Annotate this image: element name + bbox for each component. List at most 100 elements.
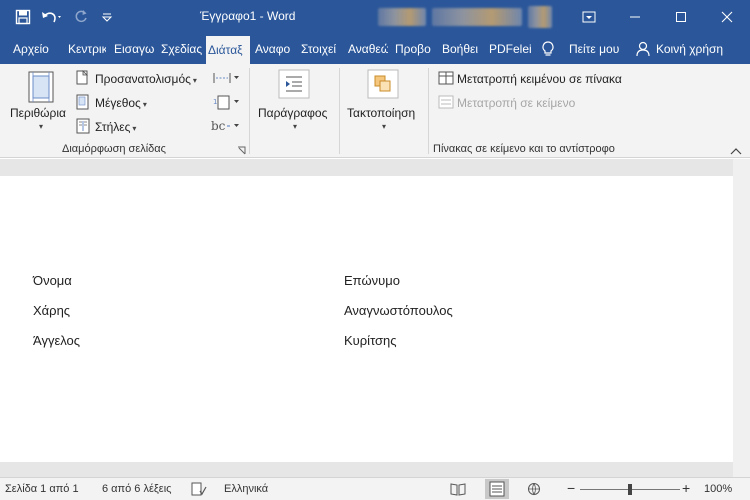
lightbulb-icon <box>542 41 554 56</box>
zoom-out-button[interactable]: − <box>567 480 575 496</box>
orientation-label: Προσανατολισμός <box>95 72 191 86</box>
breaks-icon <box>213 73 239 83</box>
page-count[interactable]: Σελίδα 1 από 1 <box>5 483 79 495</box>
proofing-icon[interactable] <box>191 482 207 499</box>
maximize-icon <box>676 12 686 22</box>
tell-me-label: Πείτε μου <box>569 42 620 56</box>
orientation-button[interactable]: Προσανατολισμός ▾ <box>95 72 197 86</box>
cell-first-header[interactable]: Όνομα <box>33 273 72 288</box>
account-email-blurred <box>432 8 522 26</box>
arrange-button[interactable] <box>367 69 399 102</box>
ribbon-separator <box>249 68 250 154</box>
arrange-icon <box>367 69 399 99</box>
line-numbers-icon: 1 <box>213 95 239 110</box>
avatar[interactable] <box>528 6 552 28</box>
tab-pdfelement[interactable]: PDFelei <box>489 34 531 64</box>
share-label: Κοινή χρήση <box>656 42 724 56</box>
tab-help[interactable]: Βοήθει <box>442 34 482 64</box>
collapse-ribbon-icon[interactable] <box>730 144 742 158</box>
size-label: Μέγεθος <box>95 96 141 110</box>
paragraph-button[interactable] <box>278 69 310 102</box>
paragraph-label: Παράγραφος <box>258 106 328 120</box>
read-mode-icon[interactable] <box>450 482 466 499</box>
ribbon-display-options-icon <box>582 11 596 23</box>
tab-view[interactable]: Προβο <box>395 34 435 64</box>
print-layout-icon <box>489 481 505 497</box>
zoom-slider-thumb[interactable] <box>628 484 632 495</box>
close-icon <box>721 11 733 23</box>
svg-text:1: 1 <box>213 98 217 106</box>
cell-last-header[interactable]: Επώνυμο <box>344 273 400 288</box>
columns-label: Στήλες <box>95 120 131 134</box>
minimize-button[interactable] <box>612 0 658 34</box>
svg-text:bc: bc <box>211 119 226 133</box>
tell-me-box[interactable]: Πείτε μου <box>540 34 619 64</box>
word-count[interactable]: 6 από 6 λέξεις <box>102 483 171 495</box>
tab-design[interactable]: Σχεδίας <box>161 34 203 64</box>
cell-first-row1[interactable]: Χάρης <box>33 303 70 318</box>
undo-icon <box>42 12 61 23</box>
hyphenation-button[interactable]: bc <box>210 118 240 137</box>
language-indicator[interactable]: Ελληνικά <box>224 483 268 495</box>
tab-layout[interactable]: Διάταξ <box>206 36 250 64</box>
ribbon-layout: Περιθώρια ▾ Προσανατολισμός ▾ Μέγεθος ▾ Στ… <box>0 64 750 158</box>
maximize-button[interactable] <box>658 0 704 34</box>
arrange-dropdown-icon[interactable]: ▾ <box>382 122 386 131</box>
text-to-table-button[interactable]: Μετατροπή κειμένου σε πίνακα <box>457 72 622 86</box>
share-button[interactable]: Κοινή χρήση <box>636 34 723 64</box>
customize-qat-icon <box>101 13 113 22</box>
tab-references[interactable]: Αναφο <box>255 34 293 64</box>
zoom-slider-track[interactable] <box>580 484 680 495</box>
redo-icon <box>75 10 87 23</box>
print-layout-button[interactable] <box>485 479 509 499</box>
undo-button[interactable] <box>36 4 68 30</box>
paragraph-dropdown-icon[interactable]: ▾ <box>293 122 297 131</box>
vertical-scrollbar[interactable] <box>733 159 750 477</box>
columns-icon <box>76 118 90 137</box>
window-title: Έγγραφο1 - Word <box>200 9 296 23</box>
convert-group-label: Πίνακας σε κείμενο και το αντίστροφο <box>433 143 615 155</box>
cell-first-row2[interactable]: Άγγελος <box>33 333 80 348</box>
tab-home[interactable]: Κεντρικ <box>68 34 106 64</box>
margins-button[interactable] <box>28 71 54 106</box>
tab-mailings[interactable]: Στοιχεί <box>301 34 341 64</box>
ribbon-tabs: Αρχείο Κεντρικ Εισαγω Σχεδίας Διάταξ Ανα… <box>0 34 750 64</box>
size-icon <box>76 94 90 113</box>
ribbon-separator <box>428 68 429 154</box>
title-bar: Έγγραφο1 - Word <box>0 0 750 34</box>
tab-file[interactable]: Αρχείο <box>13 34 57 64</box>
minimize-icon <box>630 16 640 18</box>
margins-label: Περιθώρια <box>10 106 66 120</box>
line-numbers-button[interactable]: 1 <box>212 94 240 113</box>
cell-last-row1[interactable]: Αναγνωστόπουλος <box>344 303 453 318</box>
margins-dropdown-icon[interactable]: ▾ <box>39 122 43 131</box>
hyphenation-icon: bc <box>211 119 239 133</box>
tab-insert[interactable]: Εισαγω <box>114 34 154 64</box>
margins-icon <box>28 71 54 103</box>
columns-button[interactable]: Στήλες ▾ <box>95 120 136 134</box>
close-button[interactable] <box>704 0 750 34</box>
redo-button[interactable] <box>68 4 94 30</box>
zoom-level[interactable]: 100% <box>704 483 732 495</box>
table-to-text-icon <box>438 95 454 112</box>
paragraph-indent-icon <box>278 69 310 99</box>
table-to-text-button[interactable]: Μετατροπή σε κείμενο <box>457 96 575 110</box>
save-icon <box>15 9 31 25</box>
breaks-button[interactable] <box>212 70 240 89</box>
account-name-blurred <box>378 8 426 26</box>
save-button[interactable] <box>10 4 36 30</box>
orientation-icon <box>76 70 90 89</box>
customize-qat-button[interactable] <box>94 4 120 30</box>
zoom-in-button[interactable]: + <box>682 480 690 496</box>
cell-last-row2[interactable]: Κυρίτσης <box>344 333 397 348</box>
quick-access-toolbar <box>10 0 120 34</box>
page-setup-group-label: Διαμόρφωση σελίδας <box>62 143 166 155</box>
document-page[interactable] <box>0 176 733 462</box>
ribbon-display-options-button[interactable] <box>566 0 612 34</box>
tab-review[interactable]: Αναθεώ <box>348 34 388 64</box>
ribbon-separator <box>339 68 340 154</box>
size-button[interactable]: Μέγεθος ▾ <box>95 96 147 110</box>
page-setup-dialog-launcher-icon[interactable] <box>237 144 246 158</box>
web-layout-icon[interactable] <box>527 482 543 499</box>
text-to-table-icon <box>438 71 454 88</box>
